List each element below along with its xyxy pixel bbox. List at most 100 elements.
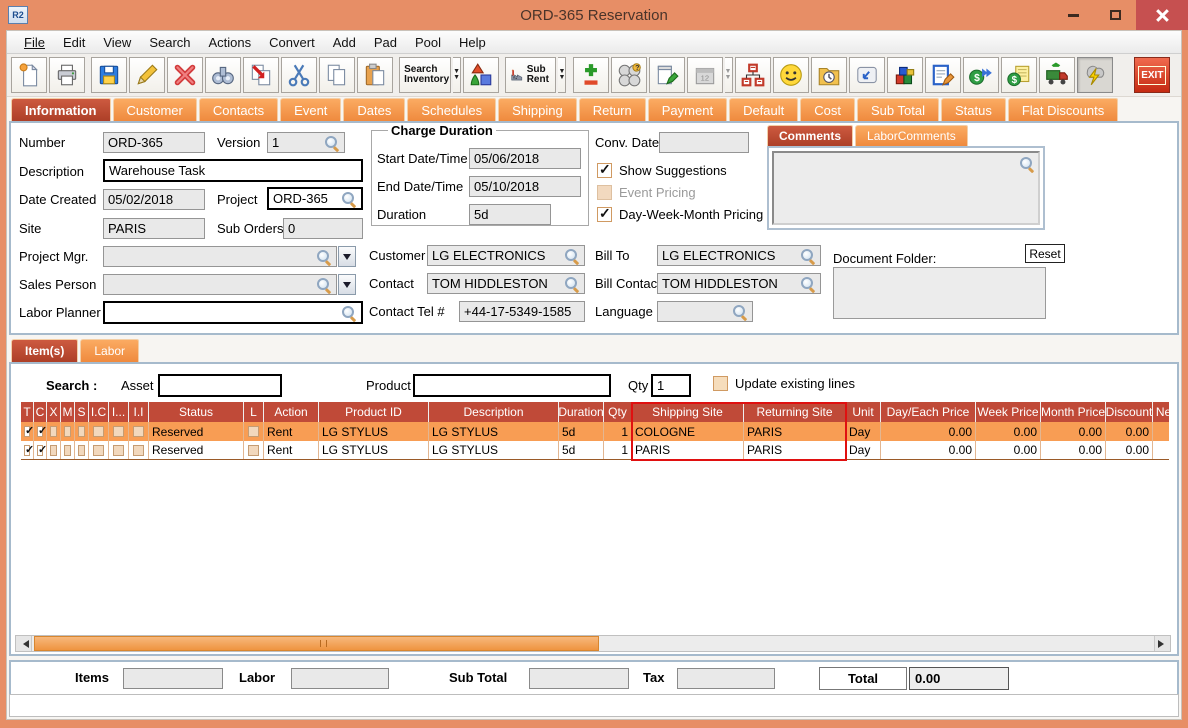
language-field[interactable] xyxy=(657,301,753,322)
grid-header-s[interactable]: S xyxy=(75,402,89,422)
row-checkbox-t[interactable] xyxy=(24,424,33,437)
bill-to-search-icon[interactable] xyxy=(800,248,816,264)
quick-action-button[interactable] xyxy=(1076,57,1113,93)
customer-field[interactable]: LG ELECTRONICS xyxy=(427,245,585,266)
search-inventory-button[interactable]: Search Inventory xyxy=(399,57,452,93)
comments-search-icon[interactable] xyxy=(1019,156,1035,172)
edit-note-button[interactable] xyxy=(924,57,961,93)
row-checkbox-s[interactable] xyxy=(78,426,85,437)
shortcut-key-button[interactable] xyxy=(848,57,885,93)
row-checkbox-ic[interactable] xyxy=(93,426,104,437)
copy-button[interactable] xyxy=(319,57,356,93)
tab-event[interactable]: Event xyxy=(280,98,342,121)
grid-header-ii[interactable]: I.I xyxy=(129,402,149,422)
labor-planner-search-icon[interactable] xyxy=(341,305,357,321)
row-checkbox-x[interactable] xyxy=(50,444,57,456)
grid-header-week-price[interactable]: Week Price xyxy=(976,402,1041,422)
version-search-icon[interactable] xyxy=(324,135,340,151)
menu-item-actions[interactable]: Actions xyxy=(200,33,261,52)
tab-items[interactable]: Item(s) xyxy=(11,339,79,362)
start-date-field[interactable]: 05/06/2018 xyxy=(469,148,581,169)
menu-item-view[interactable]: View xyxy=(94,33,140,52)
tab-comments[interactable]: Comments xyxy=(767,125,854,146)
menu-item-convert[interactable]: Convert xyxy=(260,33,324,52)
tab-information[interactable]: Information xyxy=(11,98,111,121)
copy-special-button[interactable] xyxy=(243,57,280,93)
crew-button[interactable] xyxy=(772,57,809,93)
inventory-cubes-button[interactable] xyxy=(886,57,923,93)
conv-date-field[interactable] xyxy=(659,132,749,153)
exit-button[interactable]: EXIT xyxy=(1134,57,1171,93)
scroll-left-button[interactable] xyxy=(16,636,32,651)
org-chart-button[interactable] xyxy=(734,57,771,93)
grid-header-description[interactable]: Description xyxy=(429,402,559,422)
end-date-field[interactable]: 05/10/2018 xyxy=(469,176,581,197)
product-search-input[interactable] xyxy=(413,374,611,397)
grid-row-2[interactable]: Reserved Rent LG STYLUS LG STYLUS 5d 1 P… xyxy=(21,441,1169,460)
find-button[interactable] xyxy=(205,57,242,93)
row-checkbox-l[interactable] xyxy=(248,426,259,437)
menu-item-help[interactable]: Help xyxy=(450,33,495,52)
date-created-field[interactable]: 05/02/2018 xyxy=(103,189,205,210)
row-checkbox-ic[interactable] xyxy=(93,444,104,456)
grid-header-net-each[interactable]: Net Each xyxy=(1153,402,1169,422)
tab-payment[interactable]: Payment xyxy=(647,98,728,121)
grid-header-returning-site[interactable]: Returning Site xyxy=(744,402,846,422)
grid-header-shipping-site[interactable]: Shipping Site xyxy=(632,402,744,422)
menu-item-search[interactable]: Search xyxy=(140,33,199,52)
grid-header-discount[interactable]: Discount xyxy=(1106,402,1153,422)
tab-labor[interactable]: Labor xyxy=(80,339,140,362)
row-checkbox-t[interactable] xyxy=(24,443,33,456)
scrollbar-thumb[interactable] xyxy=(34,636,599,651)
qty-input[interactable]: 1 xyxy=(651,374,691,397)
reset-button[interactable]: Reset xyxy=(1025,244,1065,263)
menu-item-pad[interactable]: Pad xyxy=(365,33,406,52)
cut-button[interactable] xyxy=(281,57,318,93)
grid-row-1[interactable]: Reserved Rent LG STYLUS LG STYLUS 5d 1 C… xyxy=(21,422,1169,441)
print-button[interactable] xyxy=(49,57,85,93)
grid-header-product-id[interactable]: Product ID xyxy=(319,402,429,422)
tab-status[interactable]: Status xyxy=(940,98,1006,121)
asset-search-input[interactable] xyxy=(158,374,282,397)
history-folder-button[interactable] xyxy=(810,57,847,93)
delete-button[interactable] xyxy=(167,57,204,93)
grid-header-c[interactable]: C xyxy=(34,402,47,422)
tab-flat-discounts[interactable]: Flat Discounts xyxy=(1007,98,1119,121)
grid-header-idots[interactable]: I... xyxy=(109,402,129,422)
edit-button[interactable] xyxy=(129,57,166,93)
row-checkbox-idots[interactable] xyxy=(113,426,124,437)
bill-to-field[interactable]: LG ELECTRONICS xyxy=(657,245,821,266)
scroll-right-button[interactable] xyxy=(1154,636,1170,651)
horizontal-scrollbar[interactable] xyxy=(15,635,1171,652)
tab-customer[interactable]: Customer xyxy=(112,98,197,121)
grid-header-ic[interactable]: I.C xyxy=(89,402,109,422)
language-search-icon[interactable] xyxy=(732,304,748,320)
sub-orders-field[interactable]: 0 xyxy=(283,218,363,239)
description-field[interactable]: Warehouse Task xyxy=(103,159,363,182)
duration-field[interactable]: 5d xyxy=(469,204,551,225)
project-mgr-search-icon[interactable] xyxy=(316,249,332,265)
grid-header-duration[interactable]: Duration xyxy=(559,402,604,422)
grid-header-l[interactable]: L xyxy=(244,402,264,422)
tab-contacts[interactable]: Contacts xyxy=(198,98,279,121)
row-checkbox-ii[interactable] xyxy=(133,444,144,456)
customer-search-icon[interactable] xyxy=(564,248,580,264)
invoice-button[interactable]: $ xyxy=(1000,57,1037,93)
dwm-pricing-checkbox[interactable] xyxy=(597,205,612,222)
grid-header-x[interactable]: X xyxy=(47,402,61,422)
contact-tel-field[interactable]: +44-17-5349-1585 xyxy=(459,301,585,322)
shapes-button[interactable] xyxy=(463,57,500,93)
tab-default[interactable]: Default xyxy=(729,98,799,121)
labor-planner-field[interactable] xyxy=(103,301,363,324)
grid-header-unit[interactable]: Unit xyxy=(846,402,881,422)
row-checkbox-m[interactable] xyxy=(64,444,71,456)
transport-button[interactable] xyxy=(1038,57,1075,93)
search-inventory-dropdown[interactable]: ▼ ▼ xyxy=(453,57,462,93)
billing-forward-button[interactable]: $ xyxy=(962,57,999,93)
project-mgr-field[interactable] xyxy=(103,246,337,267)
row-checkbox-idots[interactable] xyxy=(113,444,124,456)
update-existing-checkbox[interactable] xyxy=(713,376,728,391)
group-query-button[interactable]: ? xyxy=(610,57,647,93)
row-checkbox-m[interactable] xyxy=(64,426,71,437)
row-checkbox-ii[interactable] xyxy=(133,426,144,437)
